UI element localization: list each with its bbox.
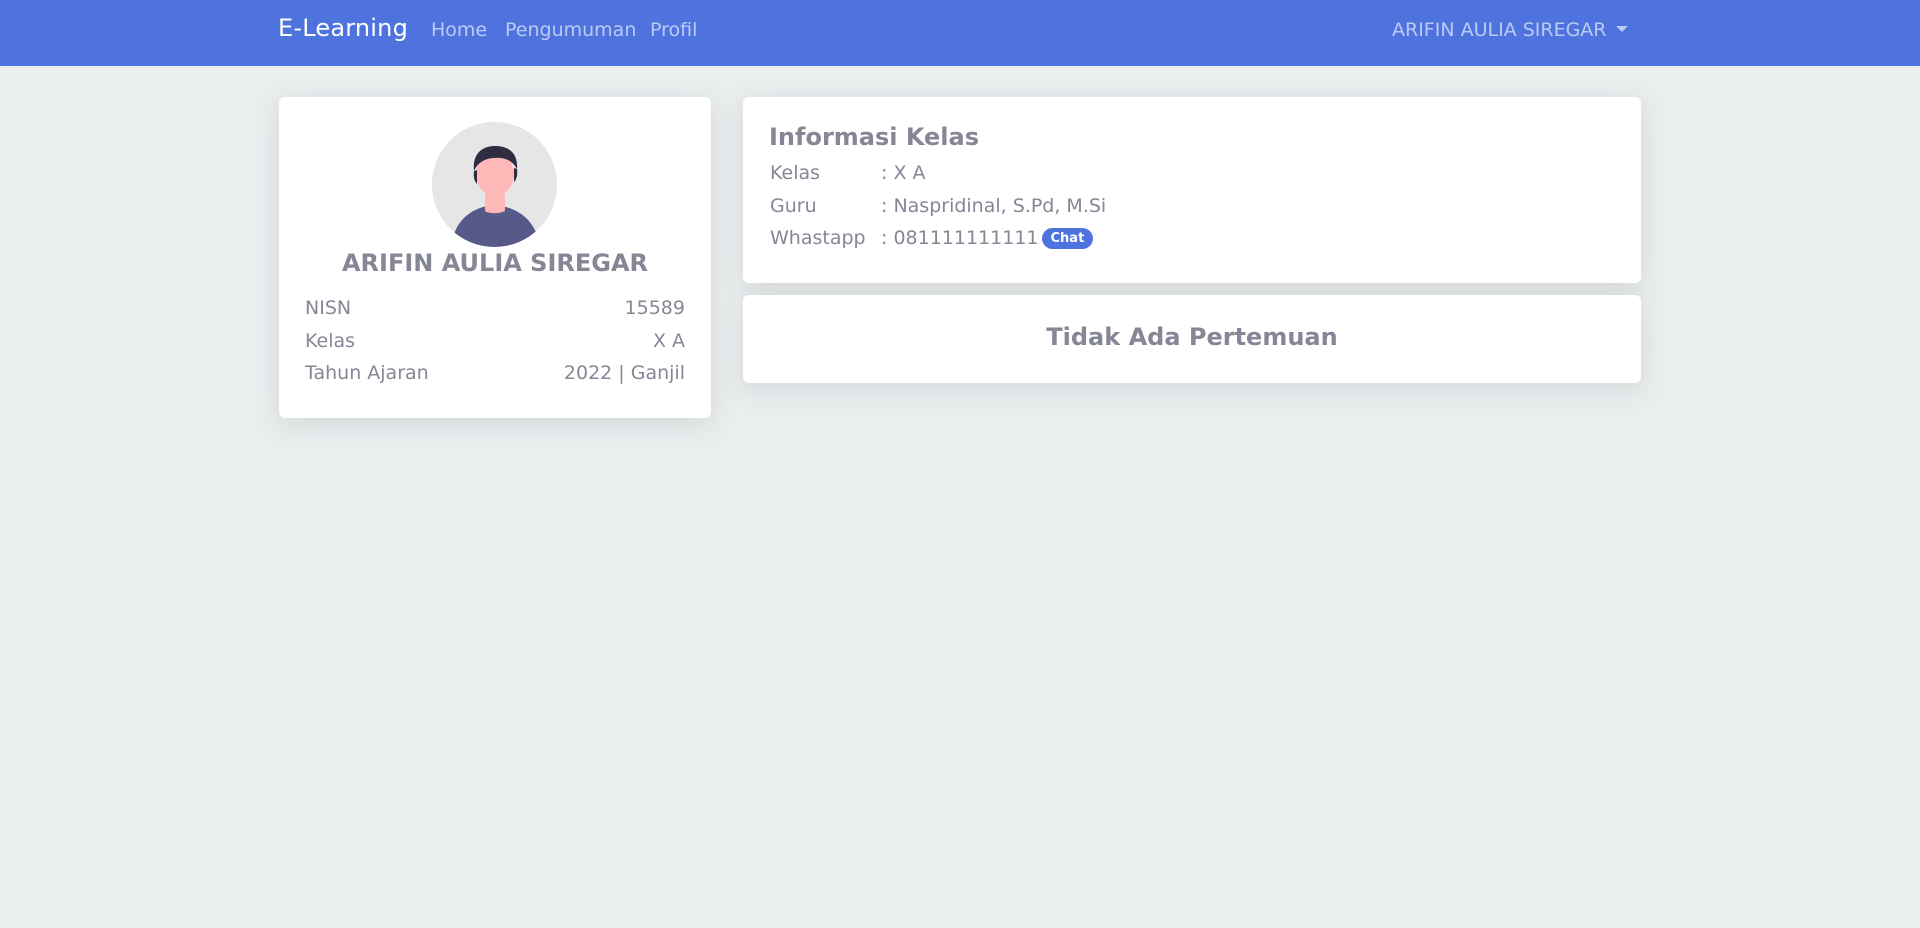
nav-profil-link[interactable]: Profil (650, 19, 697, 41)
profile-row-tahun-ajaran: Tahun Ajaran 2022 | Ganjil (305, 362, 685, 388)
top-navbar: E-Learning Home Pengumuman Profil ARIFIN… (0, 0, 1920, 66)
profile-name: ARIFIN AULIA SIREGAR (341, 249, 649, 277)
brand-link[interactable]: E-Learning (278, 14, 408, 42)
caret-down-icon (1615, 26, 1628, 32)
profile-row-label: Tahun Ajaran (305, 362, 429, 384)
profile-row-kelas: Kelas X A (305, 330, 685, 356)
meeting-card: Tidak Ada Pertemuan (743, 295, 1641, 383)
profile-row-value: 2022 | Ganjil (563, 362, 685, 384)
class-info-value: : Naspridinal, S.Pd, M.Si (881, 195, 1107, 217)
no-meeting-message: Tidak Ada Pertemuan (1046, 323, 1338, 351)
profile-row-value: 15589 (624, 297, 685, 319)
chat-button[interactable]: Chat (1041, 228, 1094, 249)
nav-home-link[interactable]: Home (431, 19, 487, 41)
class-info-title: Informasi Kelas (769, 123, 980, 151)
whatsapp-number: : 081111111111 (881, 227, 1039, 249)
class-info-label: Whastapp (770, 227, 866, 249)
user-dropdown-toggle[interactable]: ARIFIN AULIA SIREGAR (1392, 19, 1628, 41)
profile-row-label: NISN (305, 297, 352, 319)
class-info-value: : X A (881, 162, 926, 184)
profile-row-value: X A (652, 330, 685, 352)
user-avatar-icon (432, 122, 557, 247)
profile-row-nisn: NISN 15589 (305, 297, 685, 323)
class-info-label: Kelas (770, 162, 821, 184)
profile-card: ARIFIN AULIA SIREGAR NISN 15589 Kelas X … (279, 97, 711, 418)
class-info-card: Informasi Kelas Kelas : X A Guru : Naspr… (743, 97, 1641, 283)
user-dropdown-label: ARIFIN AULIA SIREGAR (1392, 19, 1607, 41)
class-info-label: Guru (770, 195, 817, 217)
class-info-value: : 081111111111 Chat (881, 227, 1094, 249)
profile-row-label: Kelas (305, 330, 356, 352)
nav-pengumuman-link[interactable]: Pengumuman (505, 19, 636, 41)
